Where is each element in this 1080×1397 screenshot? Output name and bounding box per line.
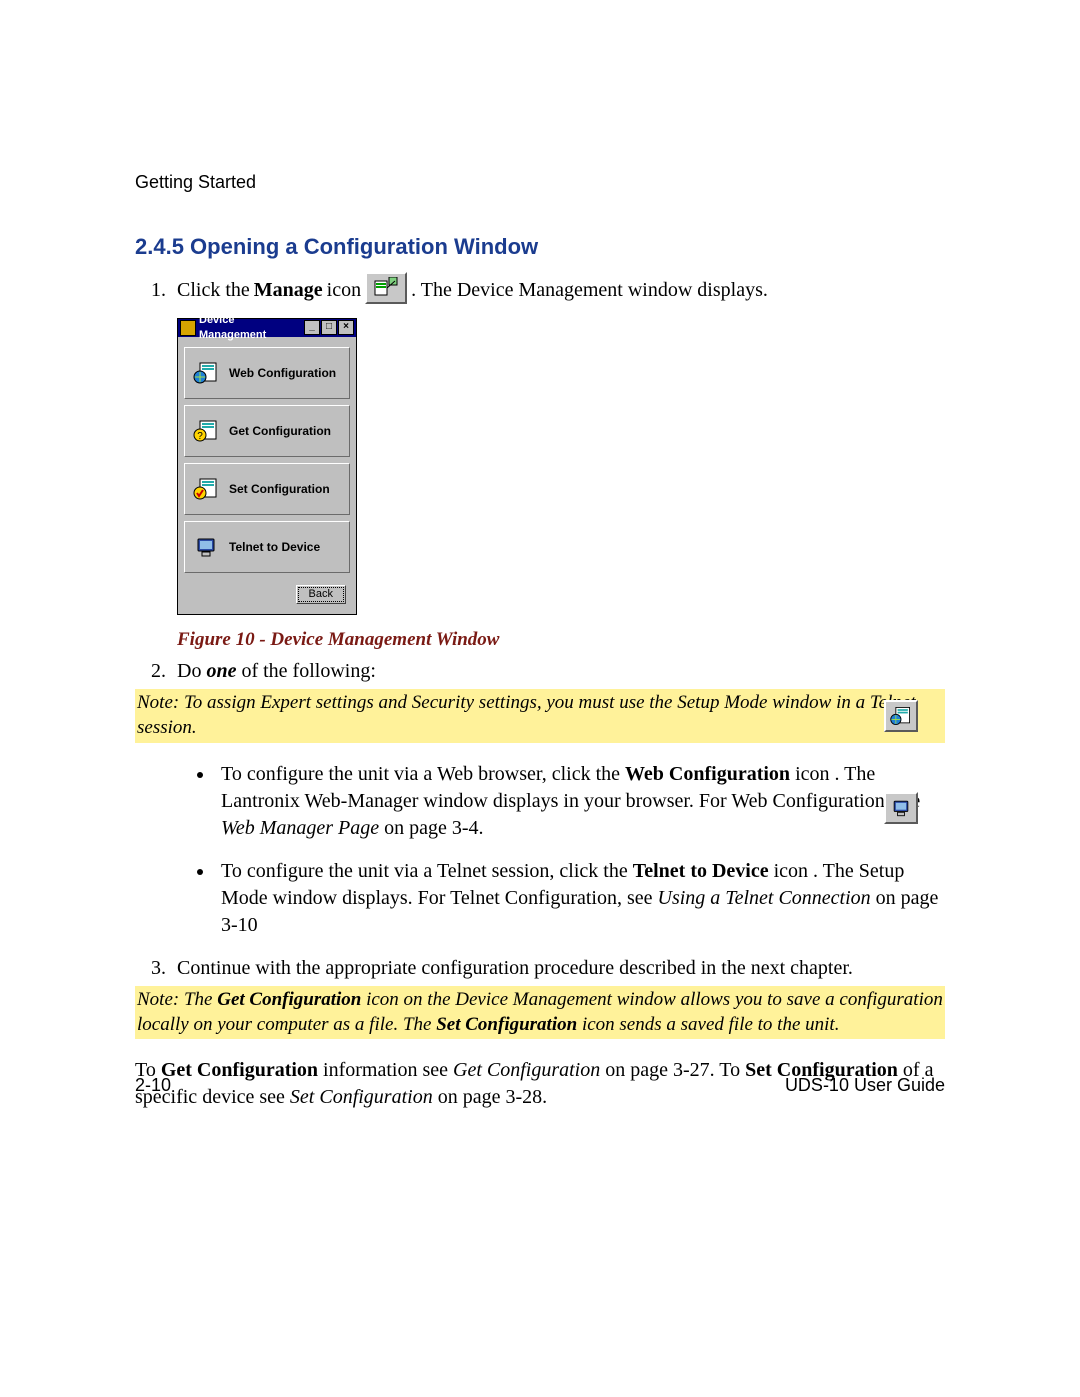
figure-caption: Figure 10 - Device Management Window xyxy=(177,627,945,653)
bullet-web-configuration: To configure the unit via a Web browser,… xyxy=(215,761,945,842)
dm-titlebar: Device Management _ □ × xyxy=(178,319,356,337)
dm-item-label: Set Configuration xyxy=(229,481,330,497)
device-management-window: Device Management _ □ × Web Configuratio… xyxy=(177,318,357,615)
dm-item-telnet-to-device[interactable]: Telnet to Device xyxy=(184,521,350,573)
step1-text-mid: icon xyxy=(327,277,361,304)
dm-back-row: Back xyxy=(184,579,350,608)
dm-item-label: Web Configuration xyxy=(229,365,336,381)
dm-item-label: Telnet to Device xyxy=(229,539,320,555)
n2-b1: Get Configuration xyxy=(217,989,361,1010)
back-button[interactable]: Back xyxy=(296,585,346,604)
dm-item-get-configuration[interactable]: ? Get Configuration xyxy=(184,405,350,457)
chapter-header: Getting Started xyxy=(135,170,945,194)
dm-item-label: Get Configuration xyxy=(229,423,331,439)
svg-text:?: ? xyxy=(197,431,203,442)
note-telnet-required: Note: To assign Expert settings and Secu… xyxy=(135,689,945,742)
document-page: Getting Started 2.4.5 Opening a Configur… xyxy=(0,0,1080,1397)
step2-bold: one xyxy=(206,660,236,682)
web-configuration-inline-icon xyxy=(884,700,918,732)
b2-bold: Telnet to Device xyxy=(633,860,769,882)
n2-b2: Set Configuration xyxy=(436,1014,577,1035)
maximize-icon[interactable]: □ xyxy=(321,320,337,335)
step-2: Do one of the following: xyxy=(171,658,945,685)
step1-text-pre: Click the xyxy=(177,277,250,304)
dm-title-icon xyxy=(180,320,196,336)
procedure-list-cont: Continue with the appropriate configurat… xyxy=(135,955,945,982)
check-doc-icon xyxy=(191,476,221,502)
b2-mid: icon xyxy=(769,860,813,882)
b1-mid: icon xyxy=(790,763,834,785)
page-footer: 2-10 UDS-10 User Guide xyxy=(135,1073,945,1097)
n2-p1a: Note: The xyxy=(137,989,217,1010)
step-3: Continue with the appropriate configurat… xyxy=(171,955,945,982)
b1-pre: To configure the unit via a Web browser,… xyxy=(221,763,625,785)
telnet-inline-icon xyxy=(884,792,918,824)
question-doc-icon: ? xyxy=(191,418,221,444)
section-heading: 2.4.5 Opening a Configuration Window xyxy=(135,232,945,262)
close-icon[interactable]: × xyxy=(338,320,354,335)
minimize-icon[interactable]: _ xyxy=(304,320,320,335)
step1-text-post: . The Device Management window displays. xyxy=(411,277,768,304)
b1-post2: on page 3-4. xyxy=(379,817,483,839)
procedure-list: Click the Manage icon . The Device Manag… xyxy=(135,272,945,685)
dm-title-text: Device Management xyxy=(199,313,303,343)
b2-pre: To configure the unit via a Telnet sessi… xyxy=(221,860,633,882)
bullet-telnet-to-device: To configure the unit via a Telnet sessi… xyxy=(215,858,945,939)
b1-bold: Web Configuration xyxy=(625,763,790,785)
note-get-set-config: Note: The Get Configuration icon on the … xyxy=(135,986,945,1039)
dm-body: Web Configuration ? Get Configuration Se… xyxy=(178,337,356,614)
step1-bold: Manage xyxy=(254,277,323,304)
globe-doc-icon xyxy=(191,360,221,386)
step2-post: of the following: xyxy=(236,660,375,682)
step-1: Click the Manage icon . The Device Manag… xyxy=(171,272,945,652)
b2-ref: Using a Telnet Connection xyxy=(658,887,871,909)
dm-item-web-configuration[interactable]: Web Configuration xyxy=(184,347,350,399)
option-bullets: To configure the unit via a Web browser,… xyxy=(135,761,945,939)
b1-ref: Web Manager Page xyxy=(221,817,379,839)
step2-pre: Do xyxy=(177,660,206,682)
manage-icon xyxy=(365,272,407,304)
footer-page-number: 2-10 xyxy=(135,1073,171,1097)
footer-doc-title: UDS-10 User Guide xyxy=(785,1073,945,1097)
n2-p1c: icon sends a saved file to the unit. xyxy=(577,1014,839,1035)
dm-item-set-configuration[interactable]: Set Configuration xyxy=(184,463,350,515)
terminal-icon xyxy=(191,534,221,560)
